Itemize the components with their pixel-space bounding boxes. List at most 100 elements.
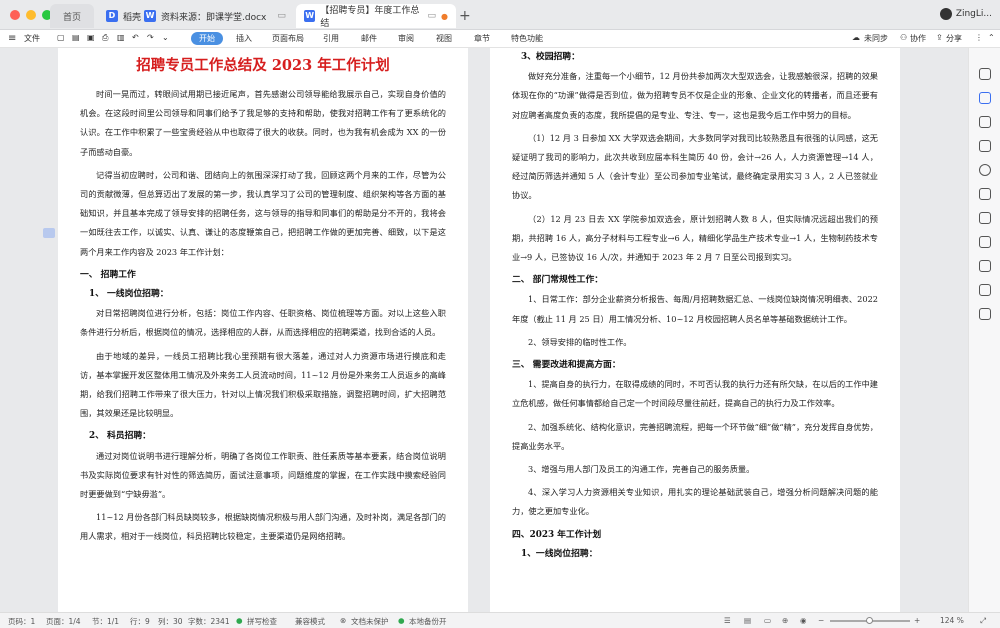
minimize-window-button[interactable] bbox=[26, 10, 36, 20]
user-name: ZingLi... bbox=[955, 9, 992, 19]
paragraph: 11~12 月份各部门科员缺岗较多，根据缺岗情况积极与用人部门沟通，及时补岗，满… bbox=[80, 512, 446, 542]
export-pdf-icon[interactable] bbox=[979, 236, 991, 248]
tab-start[interactable]: 开始 bbox=[191, 32, 223, 45]
more-options-icon[interactable]: ⋮ bbox=[975, 33, 983, 42]
unsaved-dot-icon: ● bbox=[441, 11, 448, 21]
zoom-slider[interactable] bbox=[830, 617, 910, 624]
layout-view-icon[interactable]: ▭ bbox=[764, 616, 771, 625]
web-view-icon[interactable]: ⊕ bbox=[782, 616, 788, 625]
share-icon: ⇪ bbox=[936, 33, 943, 42]
status-page-no[interactable]: 页码：1 bbox=[8, 616, 35, 627]
section-heading: 1、一线岗位招聘： bbox=[521, 548, 598, 559]
paragraph: 做好充分准备，注重每一个小细节，12 月份共参加两次大型双选会，让我感触很深，招… bbox=[512, 71, 878, 120]
doc-check-icon[interactable] bbox=[979, 260, 991, 272]
window-icon: ▭ bbox=[277, 11, 286, 21]
print-icon[interactable]: ⎙ bbox=[102, 33, 108, 43]
tab-insert[interactable]: 插入 bbox=[236, 33, 252, 44]
edit-icon[interactable] bbox=[979, 92, 991, 104]
paragraph: 时间一晃而过，转眼间试用期已接近尾声，首先感谢公司领导能给我展示自己，实现自身价… bbox=[80, 89, 446, 157]
comment-icon[interactable] bbox=[43, 228, 55, 238]
tab-page-layout[interactable]: 页面布局 bbox=[272, 33, 304, 44]
translate-icon[interactable] bbox=[979, 188, 991, 200]
zoom-slider-handle[interactable] bbox=[866, 617, 873, 624]
status-pages[interactable]: 页面：1/4 bbox=[46, 616, 81, 627]
outline-view-icon[interactable]: ☰ bbox=[724, 616, 731, 625]
paragraph: 2、领导安排的临时性工作。 bbox=[528, 336, 632, 347]
word-doc-icon: W bbox=[144, 10, 156, 22]
status-section: 节：1/1 bbox=[92, 617, 120, 626]
new-doc-icon[interactable]: ▤ bbox=[72, 33, 80, 42]
section-heading: 1、 一线岗位招聘： bbox=[89, 289, 169, 300]
tab-home[interactable]: 首页 bbox=[50, 4, 94, 28]
add-tab-icon[interactable]: + bbox=[459, 8, 471, 24]
tab-reference[interactable]: 引用 bbox=[323, 33, 339, 44]
outline-icon[interactable] bbox=[979, 284, 991, 296]
image-icon[interactable] bbox=[979, 308, 991, 320]
fullscreen-icon[interactable]: ⤢ bbox=[980, 616, 986, 626]
page-1[interactable]: 招聘专员工作总结及 2023 年工作计划 时间一晃而过，转眼间试用期已接近尾声，… bbox=[58, 48, 468, 612]
section-heading: 3、校园招聘： bbox=[521, 52, 580, 62]
zoom-level[interactable]: 124 % bbox=[940, 616, 964, 625]
tab-home-label: 首页 bbox=[62, 12, 81, 23]
undo-icon[interactable]: ↶ bbox=[132, 33, 139, 42]
tab-active-doc-label: 【招聘专员】年度工作总结 bbox=[320, 6, 420, 29]
compat-mode: 兼容模式 bbox=[295, 617, 325, 626]
section-heading: 三、 需要改进和提高方面： bbox=[512, 360, 621, 371]
backup-status[interactable]: 本地备份开 bbox=[409, 616, 447, 627]
section-heading: 四、2023 年工作计划 bbox=[512, 529, 602, 540]
redo-icon[interactable]: ↷ bbox=[147, 33, 154, 42]
open-icon[interactable]: ▢ bbox=[57, 33, 65, 42]
page-1-content: 时间一晃而过，转眼间试用期已接近尾声，首先感谢公司领导能给我展示自己，实现自身价… bbox=[80, 85, 446, 547]
page-view-icon[interactable]: ▤ bbox=[744, 616, 751, 625]
zoom-in-icon[interactable]: + bbox=[914, 616, 920, 625]
select-icon[interactable] bbox=[979, 116, 991, 128]
page-2[interactable]: 3、校园招聘： 做好充分准备，注重每一个小细节，12 月份共参加两次大型双选会，让… bbox=[490, 48, 900, 612]
section-heading: 一、 招聘工作 bbox=[80, 269, 136, 280]
document-title: 招聘专员工作总结及 2023 年工作计划 bbox=[136, 57, 390, 74]
right-sidebar bbox=[968, 48, 1000, 612]
status-word-count[interactable]: 字数：2341 bbox=[188, 616, 230, 627]
zoom-out-icon[interactable]: − bbox=[818, 616, 824, 625]
menu-icon[interactable]: ≡ bbox=[8, 33, 16, 44]
share-button[interactable]: 分享 bbox=[946, 33, 962, 44]
cloud-icon: ☁ bbox=[852, 33, 860, 42]
title-bar: 首页 D 稻壳 W 资料来源：即课学堂.docx ▭ W 【招聘专员】年度工作总… bbox=[0, 0, 1000, 30]
compare-icon[interactable] bbox=[979, 212, 991, 224]
paragraph: 1、提高自身的执行力，在取得成绩的同时，不可否认我的执行力还有所欠缺，在以后的工… bbox=[512, 379, 878, 409]
shape-icon[interactable] bbox=[979, 140, 991, 152]
user-account[interactable]: ZingLi... bbox=[939, 8, 992, 20]
tab-view[interactable]: 视图 bbox=[436, 33, 452, 44]
unsynced-status[interactable]: 未同步 bbox=[864, 33, 888, 44]
tab-mail[interactable]: 邮件 bbox=[361, 33, 377, 44]
tab-features[interactable]: 特色功能 bbox=[511, 33, 543, 44]
menu-file[interactable]: 文件 bbox=[24, 33, 40, 44]
spell-check-toggle[interactable]: 拼写检查 bbox=[247, 616, 277, 627]
settings-icon[interactable] bbox=[979, 164, 991, 176]
style-icon[interactable] bbox=[979, 68, 991, 80]
collapse-icon[interactable]: ⌃ bbox=[988, 33, 995, 42]
spell-check-icon: ● bbox=[236, 616, 243, 625]
docer-icon: D bbox=[106, 10, 118, 22]
tab-chapter[interactable]: 章节 bbox=[474, 33, 490, 44]
paragraph: 通过对岗位说明书进行理解分析，明确了各岗位工作职责、胜任素质等基本要素，结合岗位… bbox=[80, 450, 446, 500]
page-2-content: 3、校园招聘： 做好充分准备，注重每一个小细节，12 月份共参加两次大型双选会，让… bbox=[512, 48, 878, 564]
collab-button[interactable]: 协作 bbox=[910, 33, 926, 44]
save-icon[interactable]: ▣ bbox=[87, 33, 95, 42]
tab-review[interactable]: 审阅 bbox=[398, 33, 414, 44]
more-icon[interactable]: ⌄ bbox=[162, 33, 169, 42]
paragraph: 1、日常工作：部分企业薪资分析报告、每周/月招聘数据汇总、一线岗位缺岗情况明细表… bbox=[512, 294, 878, 324]
paragraph: 由于地域的差异，一线员工招聘比我心里预期有很大落差，通过对人力资源市场进行摸底和… bbox=[80, 350, 446, 419]
close-window-button[interactable] bbox=[10, 10, 20, 20]
paragraph: （1）12 月 3 日参加 XX 大学双选会期间，大多数同学对我司比较熟悉且有很… bbox=[512, 132, 878, 201]
tab-doc-source[interactable]: W 资料来源：即课学堂.docx ▭ bbox=[136, 4, 294, 28]
tab-active-doc[interactable]: W 【招聘专员】年度工作总结 ▭ ● bbox=[296, 4, 456, 29]
word-doc-icon: W bbox=[304, 10, 316, 22]
read-mode-icon[interactable]: ◉ bbox=[800, 616, 807, 625]
doc-protect-status[interactable]: 文档未保护 bbox=[351, 616, 389, 627]
preview-icon[interactable]: ▥ bbox=[117, 33, 125, 42]
backup-icon: ● bbox=[398, 616, 405, 625]
window-icon: ▭ bbox=[427, 11, 437, 21]
paragraph: 2、加强系统化、结构化意识，完善招聘流程，把每一个环节做“细”做“精”，充分发挥… bbox=[512, 421, 878, 451]
avatar bbox=[939, 8, 952, 20]
paragraph: 4、深入学习人力资源相关专业知识，用扎实的理论基础武装自己，增强分析问题解决问题… bbox=[512, 487, 878, 517]
